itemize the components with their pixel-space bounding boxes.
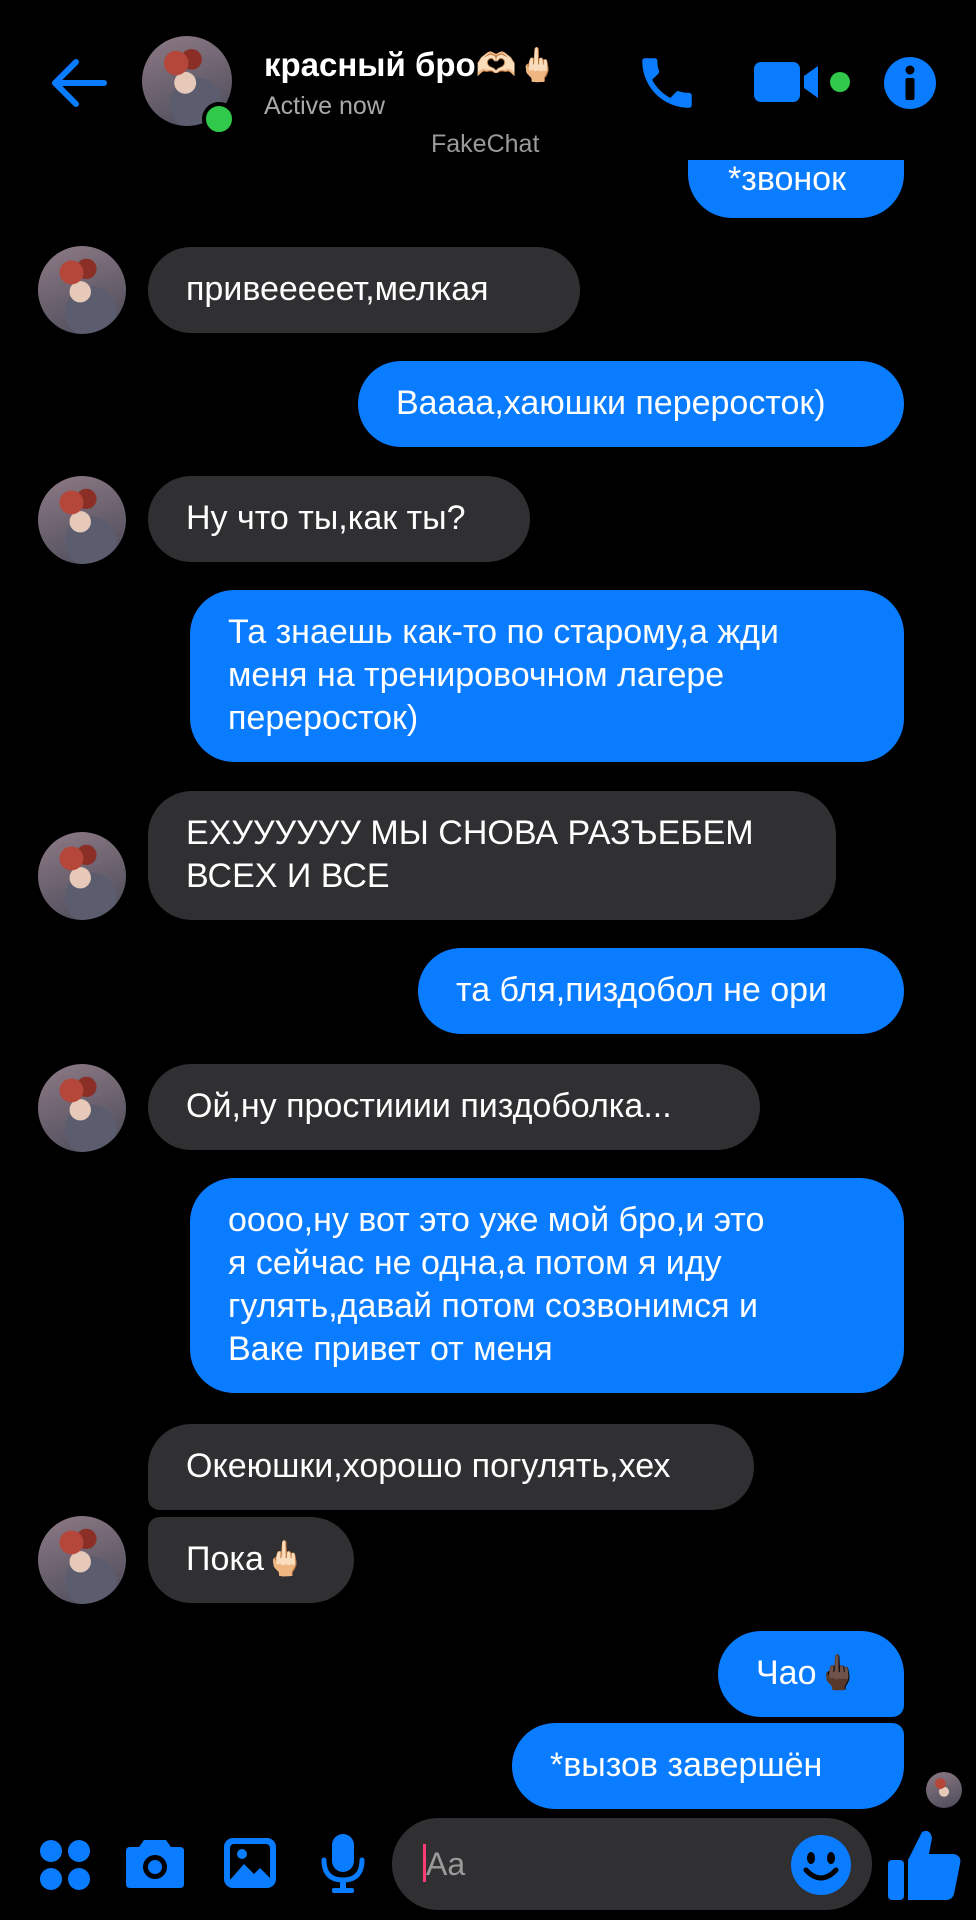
message-bubble-outgoing[interactable]: *вызов завершён (512, 1723, 904, 1809)
more-actions-button[interactable] (38, 1838, 92, 1892)
like-button[interactable] (886, 1826, 964, 1904)
thumbs-up-icon (888, 1830, 961, 1900)
back-button[interactable] (48, 52, 110, 114)
message-avatar (38, 246, 126, 334)
video-call-button[interactable] (752, 58, 824, 106)
video-online-dot (830, 72, 850, 92)
message-bubble-outgoing[interactable]: оооо,ну вот это уже мой бро,и это я сейч… (190, 1178, 904, 1393)
voice-message-button[interactable] (320, 1832, 366, 1894)
info-icon (884, 57, 936, 109)
phone-icon (642, 58, 692, 108)
info-button[interactable] (883, 56, 937, 110)
message-bubble-outgoing[interactable]: Чао🖕🏿 (718, 1631, 904, 1717)
contact-name[interactable]: красный бро🫶🏻🖕🏻 (264, 46, 558, 85)
smiley-icon (791, 1835, 851, 1895)
message-input-placeholder: Aa (426, 1846, 466, 1882)
seen-receipt-avatar (926, 1772, 962, 1808)
message-bubble-incoming[interactable]: ЕХУУУУУУ МЫ СНОВА РАЗЪЕБЕМ ВСЕХ И ВСЕ (148, 791, 836, 920)
watermark-label: FakeChat (431, 130, 540, 158)
message-bubble-incoming[interactable]: привееееет,мелкая (148, 247, 580, 333)
image-icon (224, 1838, 276, 1888)
audio-call-button[interactable] (634, 50, 700, 116)
gallery-button[interactable] (222, 1836, 278, 1890)
message-avatar (38, 832, 126, 920)
message-avatar (38, 1064, 126, 1152)
emoji-button[interactable] (790, 1834, 852, 1896)
message-bubble-incoming[interactable]: Ой,ну простииии пиздоболка... (148, 1064, 760, 1150)
message-bubble-incoming[interactable]: Ну что ты,как ты? (148, 476, 530, 562)
video-camera-icon (754, 62, 818, 102)
message-avatar (38, 1516, 126, 1604)
message-bubble-outgoing[interactable]: Ваааа,хаюшки переросток) (358, 361, 904, 447)
message-avatar (38, 476, 126, 564)
camera-button[interactable] (124, 1836, 186, 1890)
camera-icon (126, 1840, 184, 1888)
four-dots-icon (40, 1840, 90, 1890)
message-bubble-outgoing[interactable]: Та знаешь как-то по старому,а жди меня н… (190, 590, 904, 762)
message-bubble-incoming[interactable]: Океюшки,хорошо погулять,хех (148, 1424, 754, 1510)
online-indicator (202, 102, 236, 136)
chat-header: красный бро🫶🏻🖕🏻 Active now FakeChat (0, 0, 976, 160)
message-bubble-incoming[interactable]: Пока🖕🏻 (148, 1517, 354, 1603)
arrow-left-icon (52, 59, 107, 107)
message-bubble-outgoing[interactable]: та бля,пиздобол не ори (418, 948, 904, 1034)
contact-status: Active now (264, 92, 385, 120)
microphone-icon (321, 1834, 365, 1893)
